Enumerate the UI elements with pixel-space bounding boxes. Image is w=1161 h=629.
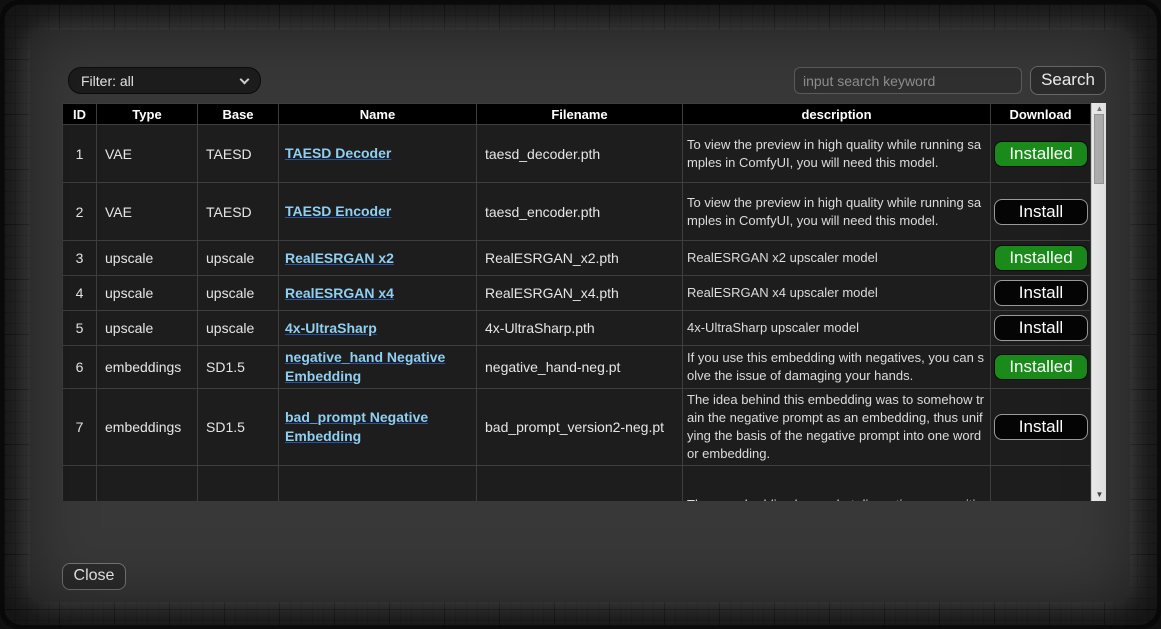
install-models-dialog: Filter: all Search IDTypeBaseNameFilenam… <box>30 30 1130 602</box>
filter-dropdown-wrap: Filter: all <box>68 67 261 94</box>
cell-id: 6 <box>63 346 97 389</box>
cell-filename: taesd_decoder.pth <box>477 125 683 183</box>
cell-base: upscale <box>198 241 279 276</box>
scrollbar-thumb[interactable] <box>1094 114 1104 184</box>
cell-base: upscale <box>198 311 279 346</box>
table-row: These embedding learn what disgusting co… <box>63 466 1091 502</box>
cell-type: upscale <box>97 311 198 346</box>
cell-filename: negative_hand-neg.pt <box>477 346 683 389</box>
cell-base: TAESD <box>198 125 279 183</box>
model-name-link[interactable]: 4x-UltraSharp <box>285 320 377 336</box>
cell-description: RealESRGAN x4 upscaler model <box>683 276 991 311</box>
cell-id: 3 <box>63 241 97 276</box>
cell-name <box>279 466 477 502</box>
table-header: IDTypeBaseNameFilenamedescriptionDownloa… <box>63 104 1091 125</box>
cell-id: 4 <box>63 276 97 311</box>
cell-filename: RealESRGAN_x2.pth <box>477 241 683 276</box>
cell-filename: bad_prompt_version2-neg.pt <box>477 389 683 466</box>
cell-name: 4x-UltraSharp <box>279 311 477 346</box>
model-name-link[interactable]: TAESD Decoder <box>285 145 391 161</box>
close-button[interactable]: Close <box>62 563 126 590</box>
cell-description: To view the preview in high quality whil… <box>683 125 991 183</box>
cell-name: TAESD Encoder <box>279 183 477 241</box>
cell-description: These embedding learn what disgusting co… <box>683 466 991 502</box>
install-button[interactable]: Install <box>994 315 1088 341</box>
cell-filename: 4x-UltraSharp.pth <box>477 311 683 346</box>
table-row: 7embeddingsSD1.5bad_prompt Negative Embe… <box>63 389 1091 466</box>
cell-name: TAESD Decoder <box>279 125 477 183</box>
cell-name: bad_prompt Negative Embedding <box>279 389 477 466</box>
cell-type: embeddings <box>97 389 198 466</box>
cell-description: 4x-UltraSharp upscaler model <box>683 311 991 346</box>
column-header-id: ID <box>63 104 97 125</box>
cell-id: 2 <box>63 183 97 241</box>
cell-download: Installed <box>991 346 1091 389</box>
cell-download: Install <box>991 389 1091 466</box>
search-button[interactable]: Search <box>1030 66 1106 95</box>
model-name-link[interactable]: bad_prompt Negative Embedding <box>285 409 428 444</box>
column-header-filename: Filename <box>477 104 683 125</box>
filter-dropdown[interactable]: Filter: all <box>68 67 261 94</box>
model-name-link[interactable]: RealESRGAN x2 <box>285 250 394 266</box>
table-row: 6embeddingsSD1.5negative_hand Negative E… <box>63 346 1091 389</box>
column-header-description: description <box>683 104 991 125</box>
cell-type: VAE <box>97 125 198 183</box>
cell-download: Install <box>991 311 1091 346</box>
cell-type: VAE <box>97 183 198 241</box>
cell-type: embeddings <box>97 346 198 389</box>
cell-description: If you use this embedding with negatives… <box>683 346 991 389</box>
table-row: 2VAETAESD TAESD Encoder taesd_encoder.pthT… <box>63 183 1091 241</box>
table-row: 1VAETAESD TAESD Decoder taesd_decoder.pthT… <box>63 125 1091 183</box>
cell-id <box>63 466 97 502</box>
search-input[interactable] <box>794 67 1022 94</box>
cell-base: TAESD <box>198 183 279 241</box>
cell-type: upscale <box>97 276 198 311</box>
models-table-zone: IDTypeBaseNameFilenamedescriptionDownloa… <box>62 103 1106 501</box>
cell-name: negative_hand Negative Embedding <box>279 346 477 389</box>
cell-base <box>198 466 279 502</box>
install-button[interactable]: Install <box>994 414 1088 440</box>
cell-download <box>991 466 1091 502</box>
column-header-base: Base <box>198 104 279 125</box>
cell-base: upscale <box>198 276 279 311</box>
cell-id: 5 <box>63 311 97 346</box>
cell-type <box>97 466 198 502</box>
table-scrollbar[interactable]: ▲ ▼ <box>1091 103 1106 501</box>
cell-name: RealESRGAN x4 <box>279 276 477 311</box>
model-name-link[interactable]: negative_hand Negative Embedding <box>285 349 445 384</box>
install-button[interactable]: Install <box>994 199 1088 225</box>
scrollbar-down-arrow-icon[interactable]: ▼ <box>1092 489 1107 501</box>
column-header-type: Type <box>97 104 198 125</box>
cell-download: Installed <box>991 241 1091 276</box>
cell-download: Installed <box>991 125 1091 183</box>
model-name-link[interactable]: RealESRGAN x4 <box>285 285 394 301</box>
install-button[interactable]: Install <box>994 280 1088 306</box>
installed-button[interactable]: Installed <box>994 141 1088 167</box>
cell-description: RealESRGAN x2 upscaler model <box>683 241 991 276</box>
cell-description: To view the preview in high quality whil… <box>683 183 991 241</box>
cell-type: upscale <box>97 241 198 276</box>
cell-download: Install <box>991 276 1091 311</box>
column-header-download: Download <box>991 104 1091 125</box>
column-header-name: Name <box>279 104 477 125</box>
model-name-link[interactable]: TAESD Encoder <box>285 203 391 219</box>
cell-filename: RealESRGAN_x4.pth <box>477 276 683 311</box>
cell-id: 7 <box>63 389 97 466</box>
cell-base: SD1.5 <box>198 389 279 466</box>
cell-download: Install <box>991 183 1091 241</box>
cell-id: 1 <box>63 125 97 183</box>
models-table-scroll-area: IDTypeBaseNameFilenamedescriptionDownloa… <box>62 103 1090 501</box>
installed-button[interactable]: Installed <box>994 354 1088 380</box>
installed-button[interactable]: Installed <box>994 245 1088 271</box>
cell-filename: taesd_encoder.pth <box>477 183 683 241</box>
models-table: IDTypeBaseNameFilenamedescriptionDownloa… <box>62 103 1090 501</box>
cell-base: SD1.5 <box>198 346 279 389</box>
cell-filename <box>477 466 683 502</box>
table-row: 4upscaleupscaleRealESRGAN x4RealESRGAN_x… <box>63 276 1091 311</box>
table-row: 5upscaleupscale4x-UltraSharp4x-UltraShar… <box>63 311 1091 346</box>
table-row: 3upscaleupscaleRealESRGAN x2RealESRGAN_x… <box>63 241 1091 276</box>
cell-name: RealESRGAN x2 <box>279 241 477 276</box>
cell-description: The idea behind this embedding was to so… <box>683 389 991 466</box>
